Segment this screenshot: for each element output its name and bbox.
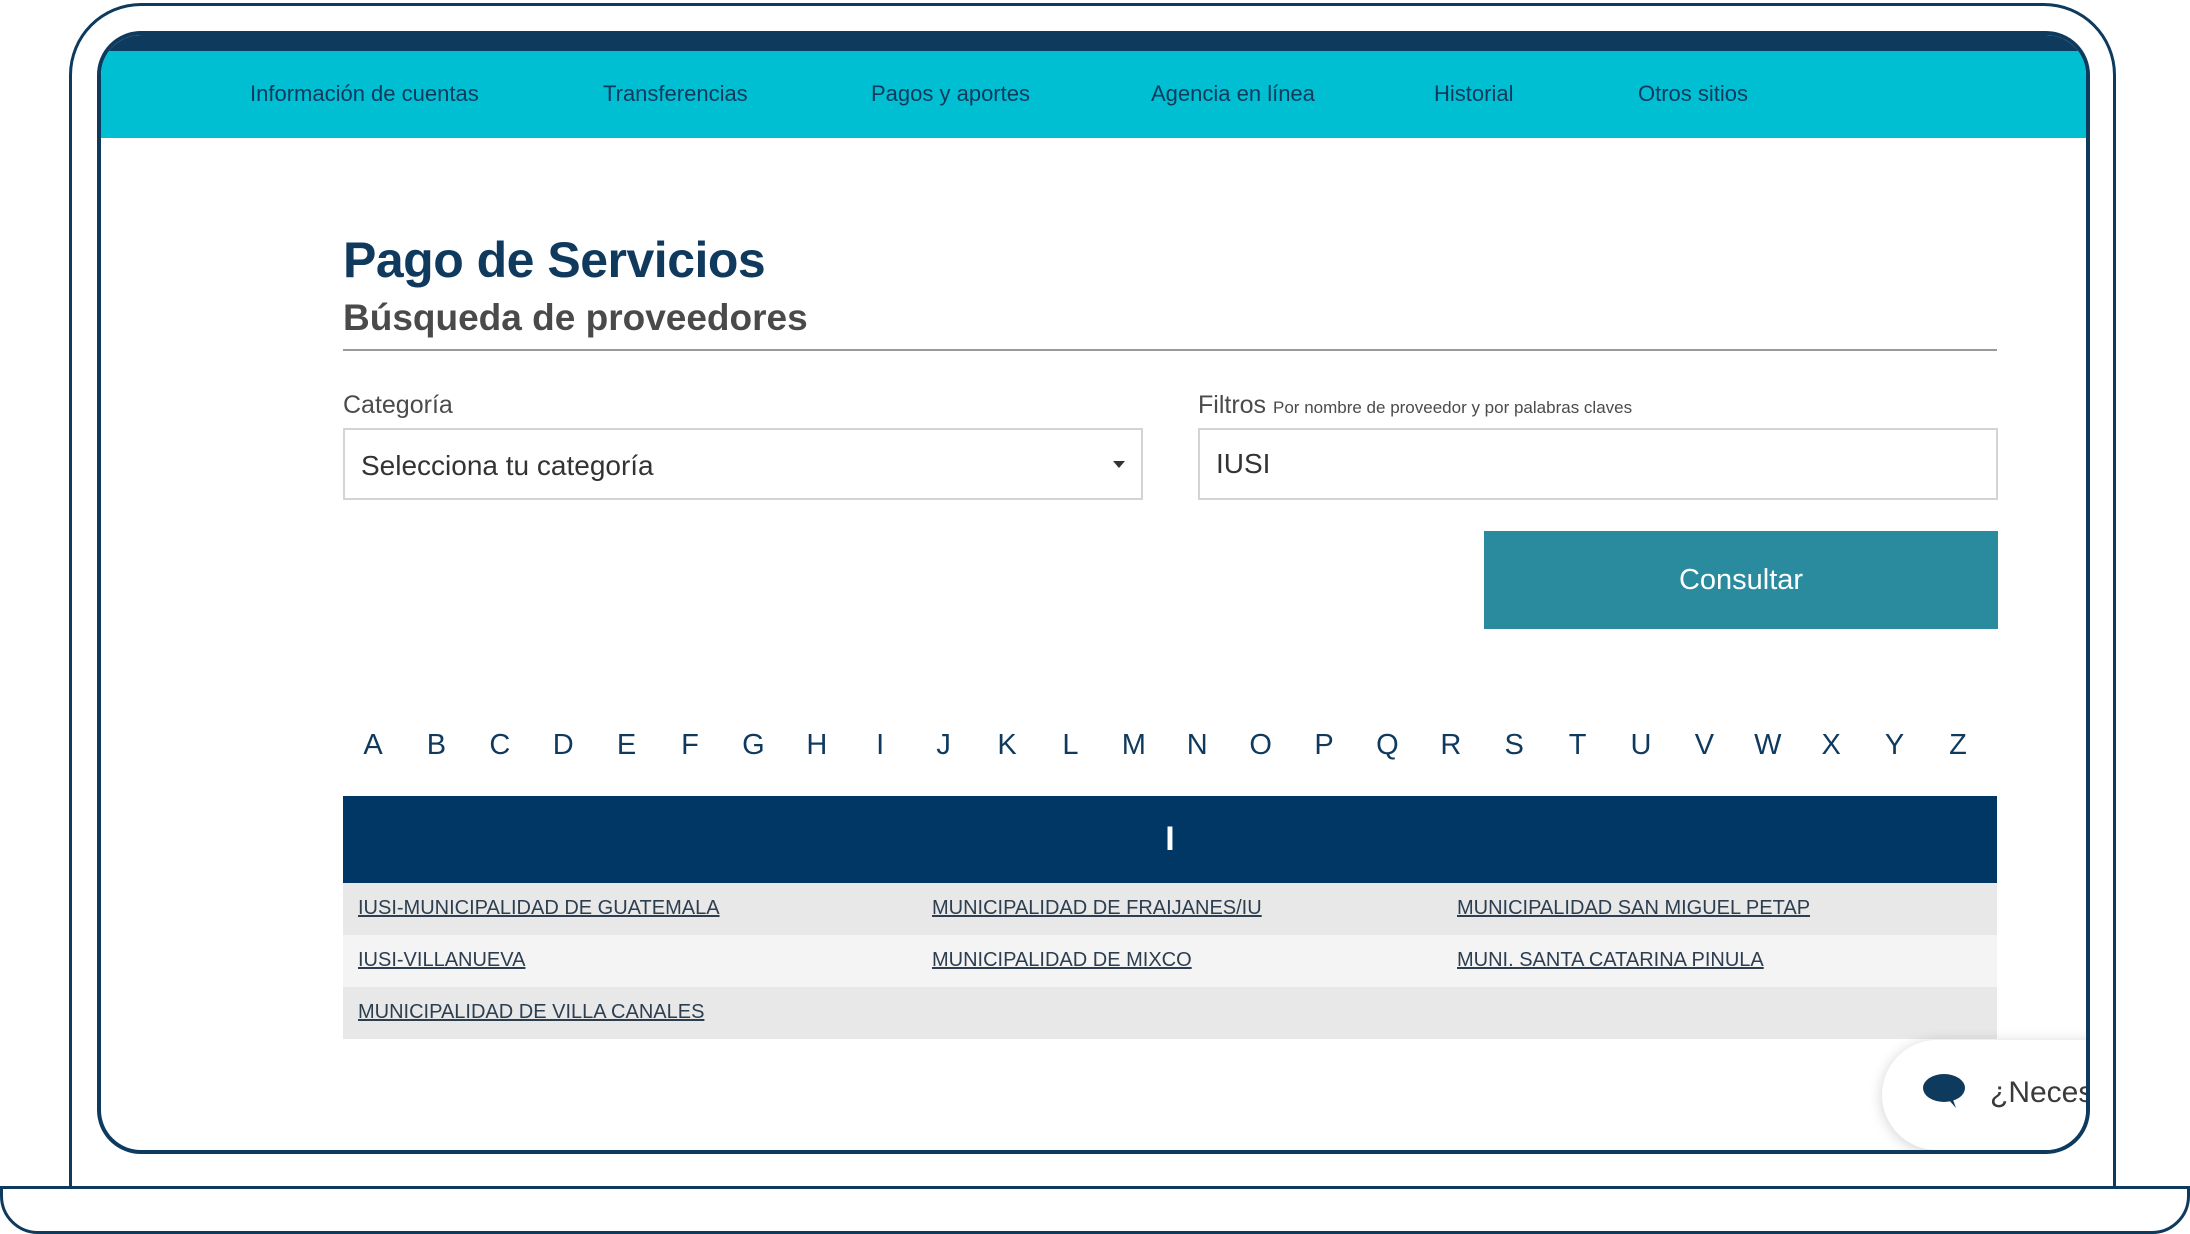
alphabet-letter-i[interactable]: I — [860, 729, 900, 762]
nav-item-otros-sitios[interactable]: Otros sitios — [1638, 81, 1748, 107]
provider-link[interactable]: MUNICIPALIDAD DE VILLA CANALES — [358, 1001, 704, 1024]
alphabet-letter-a[interactable]: A — [353, 729, 393, 762]
alphabet-letter-m[interactable]: M — [1114, 729, 1154, 762]
alphabet-letter-u[interactable]: U — [1621, 729, 1661, 762]
page-subtitle: Búsqueda de proveedores — [343, 297, 808, 338]
results-letter-header: I — [343, 796, 1997, 883]
top-strip — [101, 35, 2086, 51]
chat-widget[interactable]: ¿Neces — [1882, 1040, 2090, 1150]
alphabet-letter-x[interactable]: X — [1811, 729, 1851, 762]
chat-icon — [1923, 1074, 1965, 1108]
alphabet-letter-f[interactable]: F — [670, 729, 710, 762]
alphabet-index: ABCDEFGHIJKLMNOPQRSTUVWXYZ — [343, 729, 1997, 769]
alphabet-letter-v[interactable]: V — [1684, 729, 1724, 762]
nav-item-pagos-aportes[interactable]: Pagos y aportes — [871, 81, 1030, 107]
provider-link[interactable]: IUSI-VILLANUEVA — [358, 949, 525, 972]
browser-screen: Información de cuentas Transferencias Pa… — [97, 31, 2090, 1154]
category-label: Categoría — [343, 391, 453, 419]
alphabet-letter-e[interactable]: E — [607, 729, 647, 762]
nav-item-informacion-cuentas[interactable]: Información de cuentas — [250, 81, 479, 107]
alphabet-letter-l[interactable]: L — [1050, 729, 1090, 762]
consultar-button[interactable]: Consultar — [1484, 531, 1998, 629]
alphabet-letter-j[interactable]: J — [924, 729, 964, 762]
category-select-value: Selecciona tu categoría — [361, 450, 654, 481]
filter-label: Filtros Por nombre de proveedor y por pa… — [1198, 391, 1632, 420]
alphabet-letter-n[interactable]: N — [1177, 729, 1217, 762]
alphabet-letter-w[interactable]: W — [1748, 729, 1788, 762]
alphabet-letter-t[interactable]: T — [1558, 729, 1598, 762]
table-row: IUSI-VILLANUEVA MUNICIPALIDAD DE MIXCO M… — [343, 935, 1997, 987]
alphabet-letter-b[interactable]: B — [416, 729, 456, 762]
page-title: Pago de Servicios — [343, 232, 766, 288]
filter-input[interactable] — [1198, 428, 1998, 500]
filter-label-text: Filtros — [1198, 391, 1267, 419]
filter-hint: Por nombre de proveedor y por palabras c… — [1273, 398, 1633, 417]
alphabet-letter-k[interactable]: K — [987, 729, 1027, 762]
alphabet-letter-c[interactable]: C — [480, 729, 520, 762]
category-select[interactable]: Selecciona tu categoría — [343, 428, 1143, 500]
alphabet-letter-p[interactable]: P — [1304, 729, 1344, 762]
provider-link[interactable]: MUNICIPALIDAD DE MIXCO — [932, 949, 1192, 972]
table-row: IUSI-MUNICIPALIDAD DE GUATEMALA MUNICIPA… — [343, 883, 1997, 935]
alphabet-letter-y[interactable]: Y — [1875, 729, 1915, 762]
nav-item-agencia-en-linea[interactable]: Agencia en línea — [1151, 81, 1315, 107]
alphabet-letter-r[interactable]: R — [1431, 729, 1471, 762]
main-navbar: Información de cuentas Transferencias Pa… — [101, 51, 2086, 138]
alphabet-letter-o[interactable]: O — [1241, 729, 1281, 762]
alphabet-letter-h[interactable]: H — [797, 729, 837, 762]
chevron-down-icon — [1113, 461, 1125, 468]
provider-link[interactable]: MUNICIPALIDAD SAN MIGUEL PETAP — [1457, 897, 1810, 920]
nav-item-historial[interactable]: Historial — [1434, 81, 1513, 107]
provider-link[interactable]: IUSI-MUNICIPALIDAD DE GUATEMALA — [358, 897, 720, 920]
nav-item-transferencias[interactable]: Transferencias — [603, 81, 748, 107]
provider-link[interactable]: MUNICIPALIDAD DE FRAIJANES/IU — [932, 897, 1262, 920]
chat-label: ¿Neces — [1990, 1076, 2090, 1109]
table-row: MUNICIPALIDAD DE VILLA CANALES — [343, 987, 1997, 1039]
laptop-frame: Información de cuentas Transferencias Pa… — [0, 0, 2190, 1234]
title-divider — [343, 349, 1997, 351]
alphabet-letter-z[interactable]: Z — [1938, 729, 1978, 762]
laptop-base — [0, 1186, 2190, 1234]
alphabet-letter-s[interactable]: S — [1494, 729, 1534, 762]
alphabet-letter-d[interactable]: D — [543, 729, 583, 762]
alphabet-letter-g[interactable]: G — [733, 729, 773, 762]
alphabet-letter-q[interactable]: Q — [1367, 729, 1407, 762]
provider-link[interactable]: MUNI. SANTA CATARINA PINULA — [1457, 949, 1764, 972]
